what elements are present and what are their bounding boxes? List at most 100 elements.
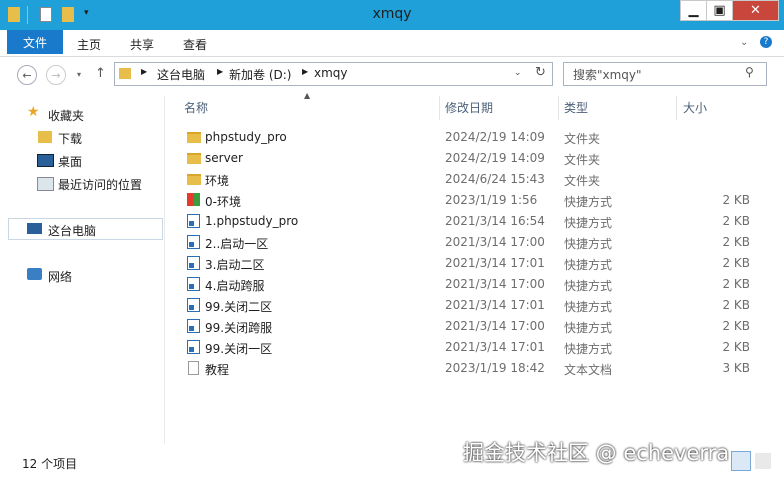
file-row[interactable]: 99.关闭二区 2021/3/14 17:01 快捷方式 2 KB (183, 295, 755, 316)
file-row[interactable]: phpstudy_pro 2024/2/19 14:09 文件夹 (183, 127, 755, 148)
folder-icon (187, 132, 201, 143)
sidebar-item-this-pc[interactable]: 这台电脑 (48, 222, 96, 239)
file-name: 4.启动跨服 (205, 279, 265, 293)
computer-icon (27, 223, 42, 234)
chevron-right-icon[interactable]: ▶ (217, 67, 223, 76)
details-view-icon[interactable] (731, 451, 751, 471)
tab-home[interactable]: 主页 (77, 36, 101, 53)
file-name: 教程 (205, 363, 230, 377)
folder-icon (119, 68, 131, 79)
file-type: 文件夹 (564, 153, 601, 167)
tab-file[interactable]: 文件 (7, 30, 63, 54)
file-row[interactable]: 1.phpstudy_pro 2021/3/14 16:54 快捷方式 2 KB (183, 211, 755, 232)
shortcut-icon (187, 235, 200, 249)
up-button[interactable]: ↑ (95, 66, 106, 81)
network-icon (27, 268, 42, 280)
file-type: 文本文档 (564, 363, 613, 377)
file-row[interactable]: 4.启动跨服 2021/3/14 17:00 快捷方式 2 KB (183, 274, 755, 295)
file-size: 2 KB (722, 340, 750, 354)
help-icon[interactable]: ? (760, 36, 772, 48)
file-size: 2 KB (722, 256, 750, 270)
file-row[interactable]: server 2024/2/19 14:09 文件夹 (183, 148, 755, 169)
search-icon[interactable]: ⚲ (745, 65, 754, 79)
address-dropdown-icon[interactable]: ⌄ (514, 68, 522, 78)
file-size: 2 KB (722, 277, 750, 291)
tab-share[interactable]: 共享 (130, 36, 154, 53)
file-size: 2 KB (722, 235, 750, 249)
sidebar-item-downloads[interactable]: 下载 (58, 130, 82, 147)
file-type: 快捷方式 (564, 258, 613, 272)
column-header-size[interactable]: 大小 (683, 99, 707, 116)
file-name: phpstudy_pro (205, 130, 287, 144)
sidebar-item-recent[interactable]: 最近访问的位置 (58, 176, 142, 193)
file-date: 2023/1/19 1:56 (445, 193, 538, 207)
item-count: 12 个项目 (22, 457, 78, 471)
file-row[interactable]: 99.关闭跨服 2021/3/14 17:00 快捷方式 2 KB (183, 316, 755, 337)
file-type: 文件夹 (564, 132, 601, 146)
column-divider[interactable] (439, 96, 440, 120)
file-date: 2024/2/19 14:09 (445, 151, 545, 165)
shortcut-icon (187, 340, 200, 354)
file-row[interactable]: 环境 2024/6/24 15:43 文件夹 (183, 169, 755, 190)
sidebar-item-network[interactable]: 网络 (48, 268, 72, 285)
file-date: 2021/3/14 17:01 (445, 256, 545, 270)
close-button[interactable]: ✕ (732, 0, 779, 21)
expand-ribbon-icon[interactable]: ⌄ (740, 37, 748, 48)
recent-places-icon (37, 177, 54, 191)
sort-ascending-icon: ▲ (304, 91, 311, 100)
file-name: 环境 (205, 174, 230, 188)
file-size: 3 KB (722, 361, 750, 375)
shortcut-icon (187, 319, 200, 333)
desktop-icon (37, 154, 54, 167)
file-date: 2021/3/14 17:01 (445, 298, 545, 312)
file-size: 2 KB (722, 193, 750, 207)
back-button[interactable]: ← (17, 65, 37, 85)
column-header-type[interactable]: 类型 (564, 99, 588, 116)
shortcut-icon (187, 256, 200, 270)
ribbon (0, 30, 784, 57)
shortcut-icon (187, 298, 200, 312)
app-shortcut-icon (187, 193, 200, 206)
sidebar-item-desktop[interactable]: 桌面 (58, 153, 82, 170)
tab-view[interactable]: 查看 (183, 36, 207, 53)
file-name: 3.启动二区 (205, 258, 265, 272)
column-header-name[interactable]: 名称 (184, 99, 208, 116)
file-date: 2024/6/24 15:43 (445, 172, 545, 186)
file-name: 2..启动一区 (205, 237, 269, 251)
file-date: 2021/3/14 16:54 (445, 214, 545, 228)
file-name: 0-环境 (205, 195, 241, 209)
breadcrumb-drive-d[interactable]: 新加卷 (D:) (229, 66, 291, 83)
file-type: 快捷方式 (564, 300, 613, 314)
search-input[interactable]: 搜索"xmqy" (573, 66, 642, 83)
file-size: 2 KB (722, 298, 750, 312)
file-row[interactable]: 3.启动二区 2021/3/14 17:01 快捷方式 2 KB (183, 253, 755, 274)
chevron-right-icon[interactable]: ▶ (141, 67, 147, 76)
breadcrumb-xmqy[interactable]: xmqy (314, 66, 348, 80)
file-row[interactable]: 99.关闭一区 2021/3/14 17:01 快捷方式 2 KB (183, 337, 755, 358)
column-header-date[interactable]: 修改日期 (445, 99, 493, 116)
file-row[interactable]: 教程 2023/1/19 18:42 文本文档 3 KB (183, 358, 755, 379)
text-document-icon (188, 361, 199, 375)
breadcrumb-this-pc[interactable]: 这台电脑 (157, 66, 205, 83)
maximize-button[interactable]: ▣ (706, 0, 733, 21)
file-name: 1.phpstudy_pro (205, 214, 299, 228)
sidebar-item-favorites[interactable]: 收藏夹 (48, 107, 84, 124)
file-date: 2023/1/19 18:42 (445, 361, 545, 375)
chevron-right-icon[interactable]: ▶ (302, 67, 308, 76)
column-divider[interactable] (676, 96, 677, 120)
forward-button[interactable]: → (46, 65, 66, 85)
file-size: 2 KB (722, 214, 750, 228)
file-name: 99.关闭一区 (205, 342, 273, 356)
file-date: 2024/2/19 14:09 (445, 130, 545, 144)
file-type: 快捷方式 (564, 342, 613, 356)
refresh-icon[interactable]: ↻ (535, 65, 546, 80)
window-title: xmqy (372, 6, 412, 22)
minimize-button[interactable]: ▁ (680, 0, 707, 21)
star-icon: ★ (27, 104, 40, 120)
large-icons-view-icon[interactable] (755, 453, 771, 469)
file-row[interactable]: 2..启动一区 2021/3/14 17:00 快捷方式 2 KB (183, 232, 755, 253)
download-folder-icon (38, 131, 52, 143)
recent-locations-icon[interactable]: ▾ (77, 70, 81, 79)
file-row[interactable]: 0-环境 2023/1/19 1:56 快捷方式 2 KB (183, 190, 755, 211)
column-divider[interactable] (558, 96, 559, 120)
